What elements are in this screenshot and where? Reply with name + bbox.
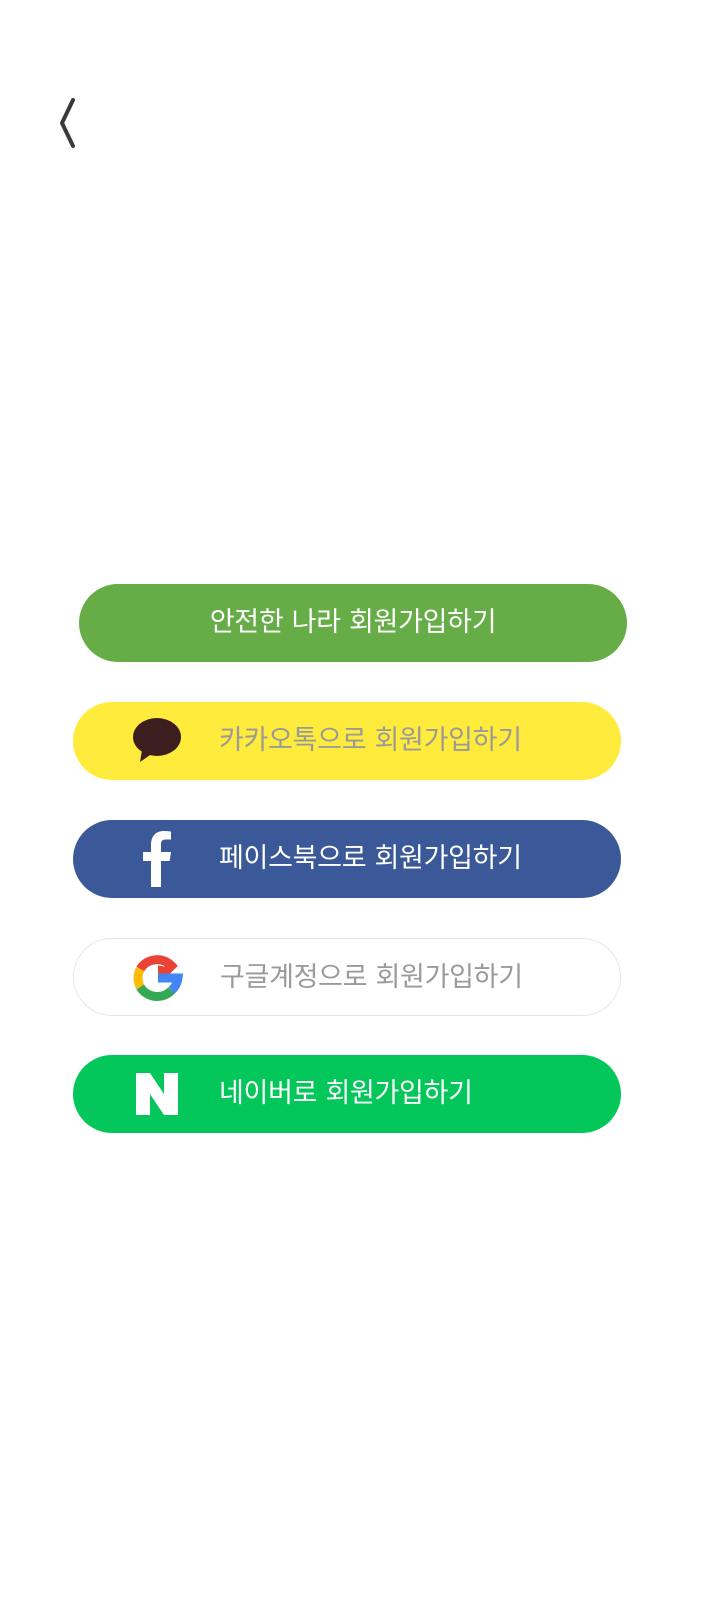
chevron-left-icon (60, 98, 75, 148)
naver-signup-button[interactable]: 네이버로 회원가입하기 (73, 1055, 621, 1133)
naver-n-icon (125, 1055, 189, 1133)
kakao-signup-button[interactable]: 카카오톡으로 회원가입하기 (73, 702, 621, 780)
facebook-f-icon (125, 820, 189, 898)
kakao-talk-bubble-icon (125, 702, 189, 780)
facebook-signup-button[interactable]: 페이스북으로 회원가입하기 (73, 820, 621, 898)
naver-signup-label: 네이버로 회원가입하기 (219, 1078, 473, 1109)
google-signup-label: 구글계정으로 회원가입하기 (220, 962, 523, 993)
google-signup-button[interactable]: 구글계정으로 회원가입하기 (73, 938, 621, 1016)
safe-signup-button[interactable]: 안전한 나라 회원가입하기 (79, 584, 627, 662)
google-g-icon (126, 939, 190, 1017)
kakao-signup-label: 카카오톡으로 회원가입하기 (219, 725, 522, 756)
safe-signup-label: 안전한 나라 회원가입하기 (209, 607, 497, 638)
facebook-signup-label: 페이스북으로 회원가입하기 (219, 843, 522, 874)
back-button[interactable] (40, 85, 96, 153)
